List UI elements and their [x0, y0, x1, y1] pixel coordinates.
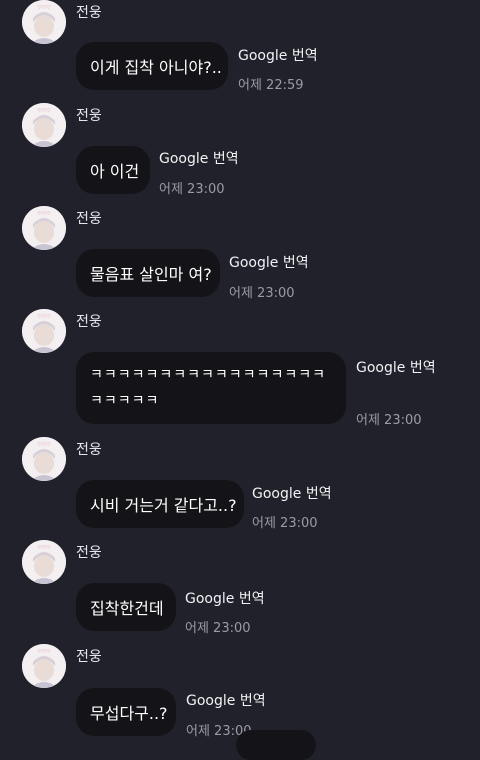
sender-name: 전웅	[76, 442, 102, 458]
svg-text:♡♡♡: ♡♡♡	[37, 314, 50, 320]
message-time: 어제 23:00	[159, 182, 225, 197]
message-bubble[interactable]: 무섭다구..?	[76, 688, 176, 736]
message-bubble[interactable]: 아 이건	[76, 146, 150, 194]
sender-name: 전웅	[76, 108, 102, 124]
sender-name: 전웅	[76, 649, 102, 665]
avatar[interactable]: ♡♡♡	[22, 644, 66, 688]
avatar[interactable]: ♡♡♡	[22, 437, 66, 481]
message-time: 어제 22:59	[238, 78, 304, 93]
google-translate-link[interactable]: Google 번역	[229, 252, 309, 272]
svg-text:♡♡♡: ♡♡♡	[37, 545, 50, 551]
message-bubble[interactable]: 물음표 살인마 여?	[76, 249, 220, 297]
google-translate-link[interactable]: Google 번역	[356, 357, 436, 377]
avatar[interactable]: ♡♡♡	[22, 540, 66, 584]
svg-text:♡♡♡: ♡♡♡	[37, 5, 50, 11]
message-bubble-partial[interactable]	[236, 730, 316, 760]
message-text-line: ㅋㅋㅋㅋㅋㅋㅋㅋㅋㅋㅋㅋㅋㅋㅋㅋㅋ	[90, 367, 326, 383]
google-translate-link[interactable]: Google 번역	[238, 45, 318, 65]
google-translate-link[interactable]: Google 번역	[252, 483, 332, 503]
sender-name: 전웅	[76, 211, 102, 227]
message-text-line: ㅋㅋㅋㅋㅋ	[90, 393, 160, 409]
message-time: 어제 23:00	[252, 516, 318, 531]
sender-name: 전웅	[76, 314, 102, 330]
message-time: 어제 23:00	[185, 621, 251, 636]
avatar[interactable]: ♡♡♡	[22, 103, 66, 147]
sender-name: 전웅	[76, 545, 102, 561]
svg-text:♡♡♡: ♡♡♡	[37, 211, 50, 217]
avatar[interactable]: ♡♡♡	[22, 206, 66, 250]
message-bubble[interactable]: 이게 집착 아니야?..	[76, 42, 228, 90]
svg-text:♡♡♡: ♡♡♡	[37, 442, 50, 448]
avatar[interactable]: ♡♡♡	[22, 0, 66, 44]
message-time: 어제 23:00	[229, 286, 295, 301]
svg-text:♡♡♡: ♡♡♡	[37, 649, 50, 655]
svg-text:♡♡♡: ♡♡♡	[37, 108, 50, 114]
google-translate-link[interactable]: Google 번역	[185, 588, 265, 608]
message-bubble[interactable]: ㅋㅋㅋㅋㅋㅋㅋㅋㅋㅋㅋㅋㅋㅋㅋㅋㅋ ㅋㅋㅋㅋㅋ	[76, 352, 346, 424]
avatar[interactable]: ♡♡♡	[22, 309, 66, 353]
message-bubble[interactable]: 집착한건데	[76, 583, 176, 631]
message-bubble[interactable]: 시비 거는거 같다고..?	[76, 480, 244, 528]
message-time: 어제 23:00	[356, 413, 422, 428]
google-translate-link[interactable]: Google 번역	[186, 690, 266, 710]
google-translate-link[interactable]: Google 번역	[159, 148, 239, 168]
sender-name: 전웅	[76, 5, 102, 21]
